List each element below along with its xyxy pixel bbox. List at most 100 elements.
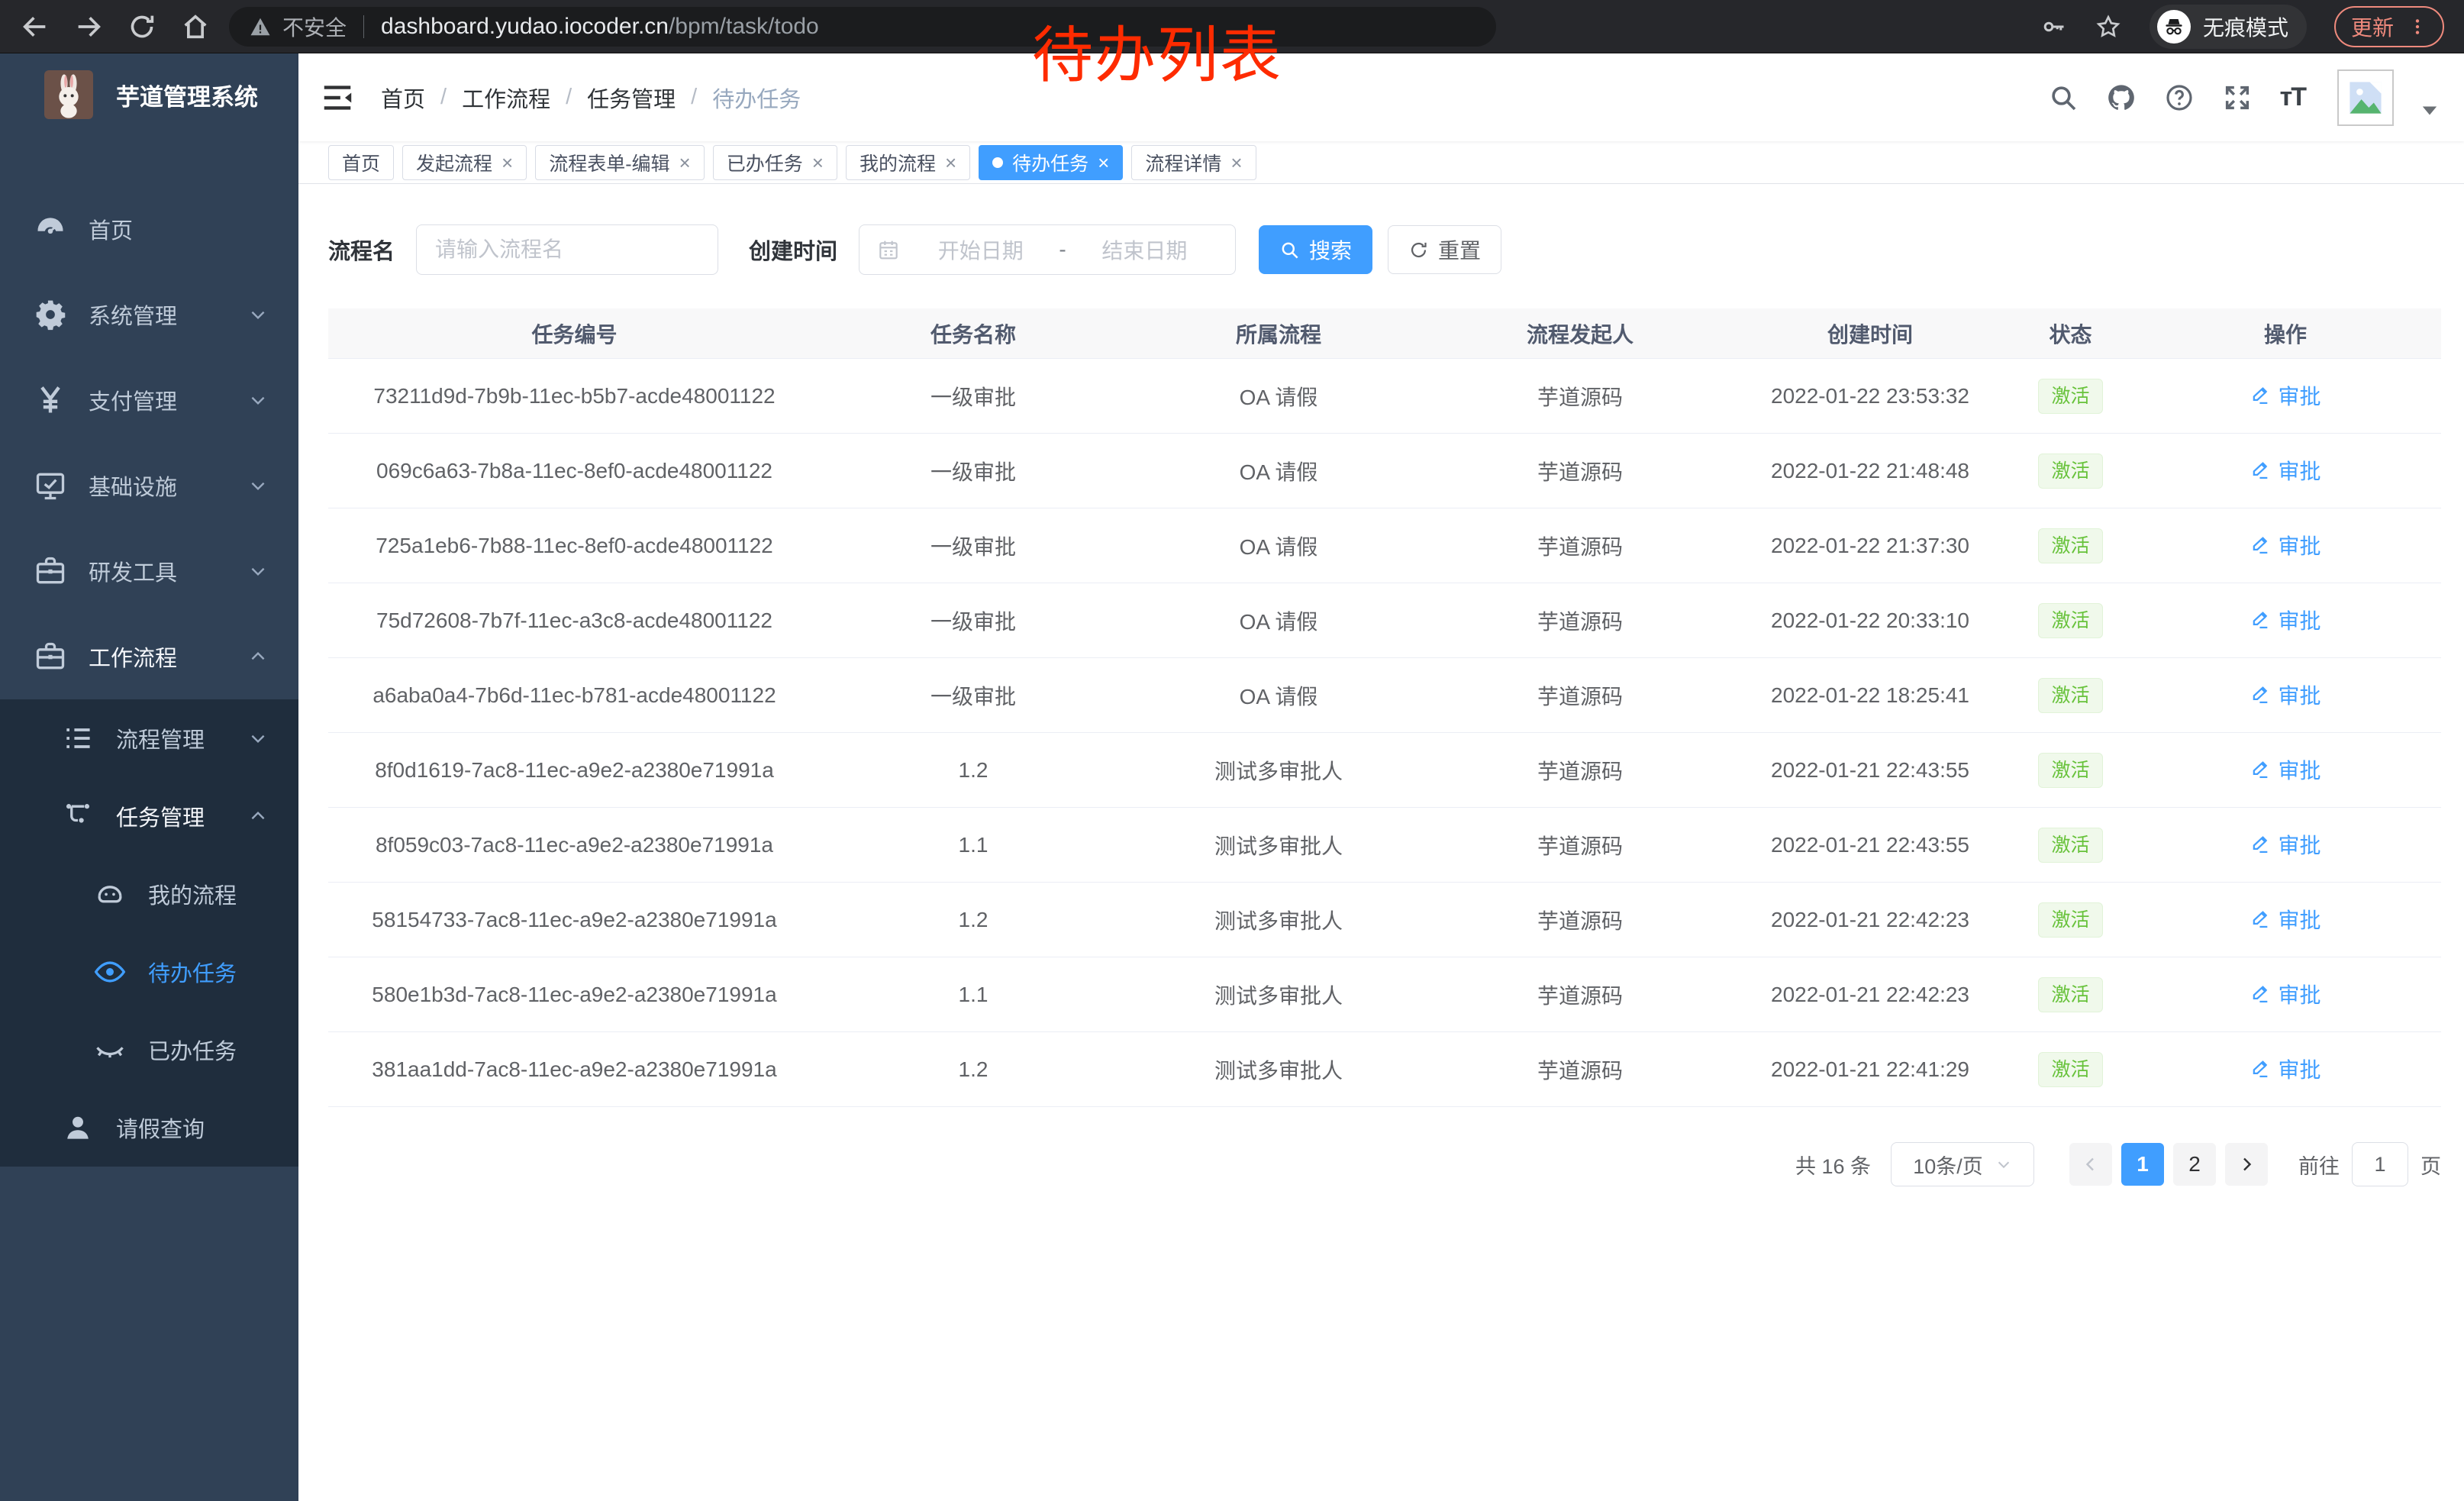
cell-name: 一级审批 bbox=[821, 531, 1126, 561]
cell-status: 激活 bbox=[2011, 828, 2130, 863]
cell-id: a6aba0a4-7b6d-11ec-b781-acde48001122 bbox=[328, 683, 821, 708]
cell-process: OA 请假 bbox=[1126, 680, 1431, 711]
close-icon[interactable]: × bbox=[502, 153, 513, 173]
sidebar-item-system[interactable]: 系统管理 bbox=[0, 272, 298, 357]
goto-page-input[interactable] bbox=[2352, 1142, 2408, 1186]
tab-process-detail[interactable]: 流程详情× bbox=[1131, 145, 1256, 180]
tab-label: 我的流程 bbox=[859, 149, 936, 176]
tab-done-task[interactable]: 已办任务× bbox=[713, 145, 837, 180]
cell-id: 580e1b3d-7ac8-11ec-a9e2-a2380e71991a bbox=[328, 983, 821, 1007]
reset-button[interactable]: 重置 bbox=[1388, 225, 1501, 274]
sidebar-item-workflow[interactable]: 工作流程 bbox=[0, 614, 298, 699]
sidebar-item-done-task[interactable]: 已办任务 bbox=[0, 1011, 298, 1089]
breadcrumb-separator: / bbox=[566, 85, 572, 110]
page-size-select[interactable]: 10条/页 bbox=[1891, 1142, 2034, 1186]
calendar-icon bbox=[876, 237, 901, 262]
date-range-picker[interactable]: 开始日期 - 结束日期 bbox=[859, 224, 1236, 275]
tab-start-process[interactable]: 发起流程× bbox=[402, 145, 527, 180]
sidebar-item-todo-task[interactable]: 待办任务 bbox=[0, 933, 298, 1011]
tab-home[interactable]: 首页 bbox=[328, 145, 394, 180]
avatar[interactable] bbox=[2337, 69, 2394, 126]
cell-process: 测试多审批人 bbox=[1126, 905, 1431, 935]
approve-link[interactable]: 审批 bbox=[2250, 754, 2320, 785]
close-icon[interactable]: × bbox=[1098, 153, 1109, 173]
approve-link[interactable]: 审批 bbox=[2250, 904, 2320, 934]
browser-reload-icon[interactable] bbox=[127, 11, 157, 42]
search-button[interactable]: 搜索 bbox=[1259, 225, 1372, 274]
breadcrumb-item[interactable]: 工作流程 bbox=[462, 82, 550, 114]
approve-label: 审批 bbox=[2278, 455, 2320, 486]
cell-process: 测试多审批人 bbox=[1126, 830, 1431, 860]
sidebar-item-devtools[interactable]: 研发工具 bbox=[0, 528, 298, 614]
bookmark-star-icon[interactable] bbox=[2095, 13, 2122, 40]
sidebar-item-label: 任务管理 bbox=[116, 800, 205, 832]
sidebar-item-process-mgmt[interactable]: 流程管理 bbox=[0, 699, 298, 777]
approve-link[interactable]: 审批 bbox=[2250, 455, 2320, 486]
sidebar-item-my-process[interactable]: 我的流程 bbox=[0, 855, 298, 933]
process-name-input[interactable] bbox=[416, 224, 718, 275]
page-button-1[interactable]: 1 bbox=[2121, 1143, 2164, 1186]
tags-view: 首页发起流程×流程表单-编辑×已办任务×我的流程×待办任务×流程详情× bbox=[298, 141, 2464, 184]
tab-my-process[interactable]: 我的流程 × bbox=[846, 145, 970, 180]
close-icon[interactable]: × bbox=[945, 153, 956, 173]
browser-back-icon[interactable] bbox=[20, 11, 50, 42]
sidebar-item-payment[interactable]: 支付管理 bbox=[0, 357, 298, 443]
sidebar-collapse-icon[interactable] bbox=[320, 80, 355, 115]
github-icon[interactable] bbox=[2106, 82, 2137, 113]
close-icon[interactable]: × bbox=[679, 153, 691, 173]
pencil-icon bbox=[2250, 534, 2271, 556]
browser-menu-icon[interactable] bbox=[2408, 14, 2427, 40]
browser-forward-icon[interactable] bbox=[73, 11, 104, 42]
approve-label: 审批 bbox=[2278, 904, 2320, 934]
chrome-update-button[interactable]: 更新 bbox=[2334, 6, 2444, 47]
approve-link[interactable]: 审批 bbox=[2250, 979, 2320, 1009]
approve-label: 审批 bbox=[2278, 829, 2320, 860]
column-header: 状态 bbox=[2011, 318, 2130, 349]
sidebar-item-infra[interactable]: 基础设施 bbox=[0, 443, 298, 528]
refresh-icon bbox=[1408, 240, 1429, 260]
avatar-caret-icon[interactable] bbox=[2421, 105, 2438, 117]
next-page-button[interactable] bbox=[2225, 1143, 2268, 1186]
logo-row[interactable]: 芋道管理系统 bbox=[0, 53, 298, 136]
font-size-icon[interactable]: тT bbox=[2280, 82, 2305, 112]
cell-status: 激活 bbox=[2011, 977, 2130, 1012]
approve-link[interactable]: 审批 bbox=[2250, 380, 2320, 411]
close-icon[interactable]: × bbox=[1230, 153, 1242, 173]
approve-link[interactable]: 审批 bbox=[2250, 829, 2320, 860]
briefcase-icon bbox=[34, 640, 67, 673]
fullscreen-icon[interactable] bbox=[2222, 82, 2253, 113]
cell-name: 1.1 bbox=[821, 833, 1126, 857]
approve-link[interactable]: 审批 bbox=[2250, 530, 2320, 560]
gear-icon bbox=[34, 298, 67, 331]
search-icon[interactable] bbox=[2048, 82, 2079, 113]
pencil-icon bbox=[2250, 834, 2271, 855]
sidebar-item-task-mgmt[interactable]: 任务管理 bbox=[0, 777, 298, 855]
cell-id: 58154733-7ac8-11ec-a9e2-a2380e71991a bbox=[328, 908, 821, 932]
url-host: dashboard.yudao.iocoder.cn bbox=[381, 14, 669, 40]
tab-form-edit[interactable]: 流程表单-编辑× bbox=[535, 145, 705, 180]
sidebar-item-leave-query[interactable]: 请假查询 bbox=[0, 1089, 298, 1167]
address-bar[interactable]: 不安全 dashboard.yudao.iocoder.cn/bpm/task/… bbox=[229, 7, 1496, 47]
cell-starter: 芋道源码 bbox=[1431, 605, 1729, 636]
breadcrumb-item[interactable]: 任务管理 bbox=[587, 82, 676, 114]
approve-link[interactable]: 审批 bbox=[2250, 1054, 2320, 1084]
sidebar-item-home[interactable]: 首页 bbox=[0, 186, 298, 272]
cell-id: 8f0d1619-7ac8-11ec-a9e2-a2380e71991a bbox=[328, 758, 821, 783]
browser-home-icon[interactable] bbox=[180, 11, 211, 42]
prev-page-button[interactable] bbox=[2069, 1143, 2112, 1186]
password-key-icon[interactable] bbox=[2040, 13, 2067, 40]
help-icon[interactable] bbox=[2164, 82, 2195, 113]
page-button-2[interactable]: 2 bbox=[2173, 1143, 2216, 1186]
cell-id: 381aa1dd-7ac8-11ec-a9e2-a2380e71991a bbox=[328, 1057, 821, 1082]
column-header: 操作 bbox=[2130, 318, 2441, 349]
approve-label: 审批 bbox=[2278, 380, 2320, 411]
close-icon[interactable]: × bbox=[812, 153, 824, 173]
tab-todo-task[interactable]: 待办任务× bbox=[979, 145, 1123, 180]
breadcrumb-item[interactable]: 首页 bbox=[381, 82, 425, 114]
sidebar-item-label: 流程管理 bbox=[116, 722, 205, 754]
pencil-icon bbox=[2250, 759, 2271, 780]
pencil-icon bbox=[2250, 909, 2271, 930]
approve-link[interactable]: 审批 bbox=[2250, 679, 2320, 710]
approve-link[interactable]: 审批 bbox=[2250, 605, 2320, 635]
address-divider bbox=[363, 15, 364, 38]
